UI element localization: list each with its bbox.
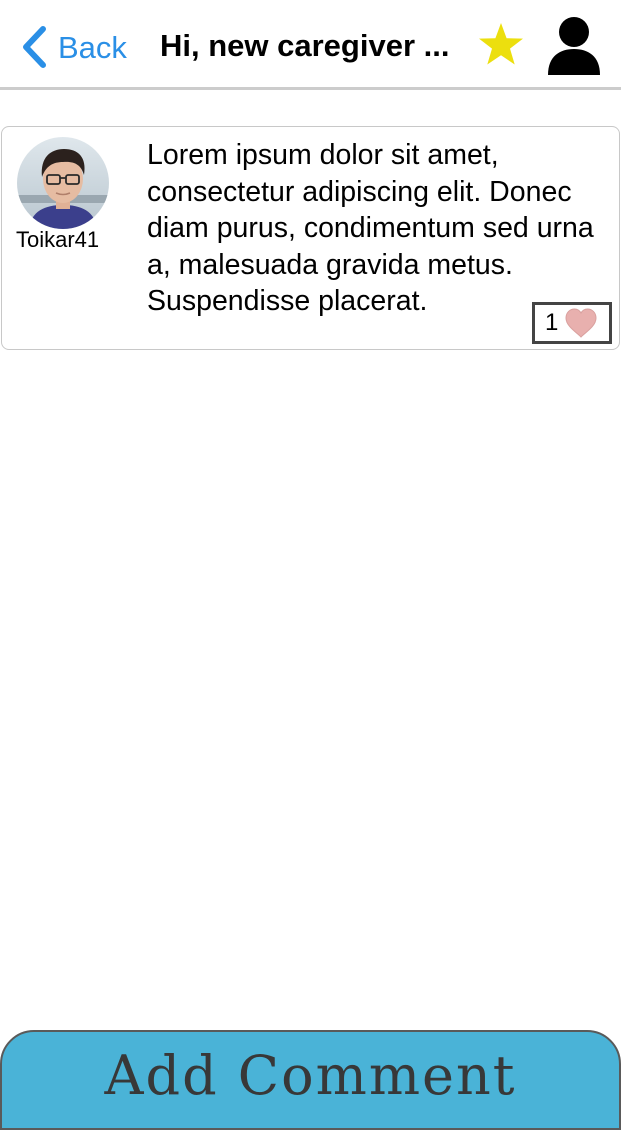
avatar-photo [17, 137, 109, 229]
page-title: Hi, new caregiver ... [160, 28, 450, 63]
star-icon[interactable] [478, 22, 524, 66]
post-author[interactable]: Toikar41 [16, 227, 99, 253]
add-comment-button[interactable]: Add Comment [0, 1030, 621, 1130]
like-button[interactable]: 1 [532, 302, 612, 344]
post-card: Toikar41 Lorem ipsum dolor sit amet, con… [1, 126, 620, 350]
chevron-left-icon [23, 26, 46, 68]
back-label: Back [58, 29, 127, 65]
avatar[interactable] [17, 137, 109, 229]
user-icon[interactable] [547, 16, 601, 76]
add-comment-label: Add Comment [104, 1044, 517, 1107]
heart-icon [565, 308, 597, 338]
like-count: 1 [545, 309, 559, 336]
post-body: Lorem ipsum dolor sit amet, consectetur … [147, 139, 594, 317]
header-bar: Back Hi, new caregiver ... [0, 0, 621, 90]
back-button[interactable]: Back [20, 22, 127, 72]
